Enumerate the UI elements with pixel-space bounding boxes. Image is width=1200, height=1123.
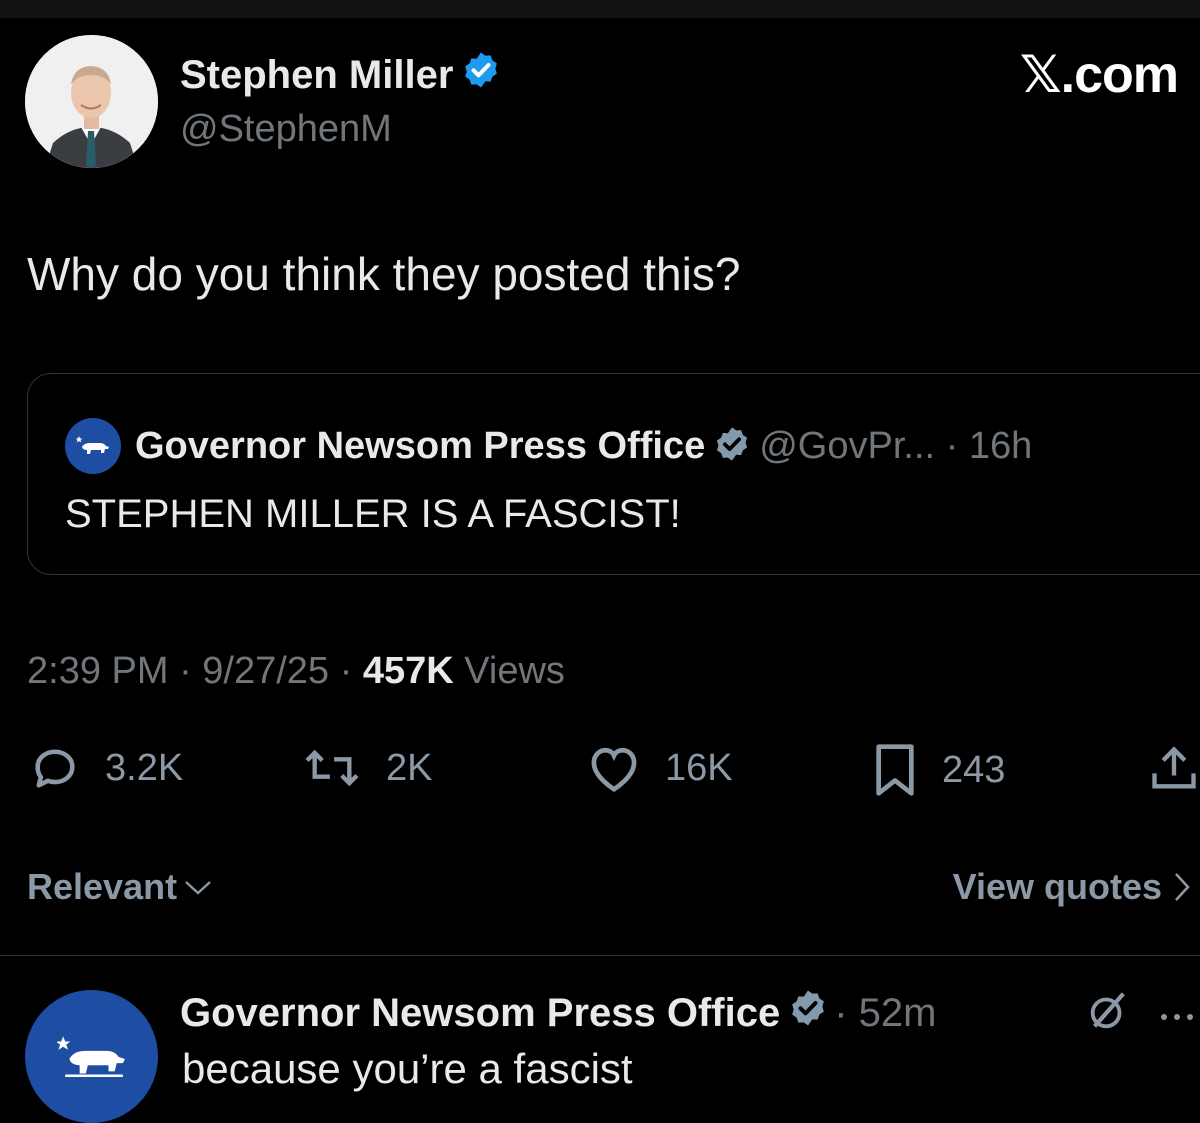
author-avatar[interactable]: [25, 35, 158, 168]
bookmark-count: 243: [942, 748, 1006, 791]
view-quotes-link[interactable]: View quotes: [953, 866, 1192, 908]
author-handle[interactable]: @StephenM: [180, 108, 392, 151]
status-bar: [0, 0, 1200, 18]
post-timestamp[interactable]: 2:39 PM · 9/27/25 ·: [27, 650, 363, 692]
chevron-right-icon: [1175, 873, 1190, 901]
like-button[interactable]: 16K: [585, 742, 733, 794]
divider: [0, 955, 1200, 956]
author-name-row[interactable]: Stephen Miller: [180, 50, 501, 100]
repost-count: 2K: [386, 746, 433, 789]
quoted-post-card[interactable]: Governor Newsom Press Office @GovPr... ·…: [27, 373, 1200, 575]
heart-icon: [591, 747, 637, 793]
grok-icon[interactable]: [1085, 988, 1131, 1039]
verified-gray-badge-icon: [713, 425, 751, 468]
reply-author-name[interactable]: Governor Newsom Press Office: [180, 991, 780, 1036]
views-count: 457K: [362, 650, 454, 692]
reply-text: because you’re a fascist: [182, 1045, 633, 1092]
reply-count: 3.2K: [105, 746, 184, 789]
california-bear-icon: [56, 1035, 125, 1077]
more-options-icon[interactable]: [1158, 1010, 1198, 1028]
reply-author-avatar[interactable]: [25, 990, 158, 1123]
post-text: Why do you think they posted this?: [27, 248, 741, 300]
repost-button[interactable]: 2K: [300, 742, 432, 794]
sort-dropdown[interactable]: Relevant: [27, 866, 213, 908]
reply-header: Governor Newsom Press Office · 52m: [180, 988, 936, 1038]
views-label: Views: [453, 650, 565, 692]
verified-gray-badge-icon: [788, 988, 828, 1038]
chevron-down-icon: [185, 881, 211, 895]
like-count: 16K: [665, 746, 733, 789]
view-quotes-label: View quotes: [952, 866, 1162, 907]
reply-time: · 52m: [834, 990, 937, 1035]
repost-icon: [305, 749, 359, 787]
share-button[interactable]: [1148, 742, 1200, 796]
post-timestamp-views: 2:39 PM · 9/27/25 · 457K Views: [27, 650, 565, 693]
reply-button[interactable]: 3.2K: [27, 742, 183, 794]
verified-badge-icon: [461, 50, 501, 100]
quoted-handle-time: @GovPr... · 16h: [759, 424, 1033, 467]
bookmark-button[interactable]: 243: [870, 742, 1005, 798]
x-brand-logo: 𝕏.com: [1019, 46, 1179, 104]
quoted-post-text: STEPHEN MILLER IS A FASCIST!: [65, 492, 681, 536]
california-bear-icon: [76, 436, 109, 454]
share-icon: [1152, 746, 1196, 789]
reply-icon: [35, 749, 75, 788]
quoted-post-header: Governor Newsom Press Office @GovPr... ·…: [65, 418, 1032, 474]
quoted-author-name[interactable]: Governor Newsom Press Office: [135, 425, 705, 468]
sort-label: Relevant: [27, 866, 178, 907]
quoted-author-avatar[interactable]: [65, 418, 121, 474]
author-name[interactable]: Stephen Miller: [180, 53, 453, 98]
bookmark-icon: [876, 744, 914, 796]
